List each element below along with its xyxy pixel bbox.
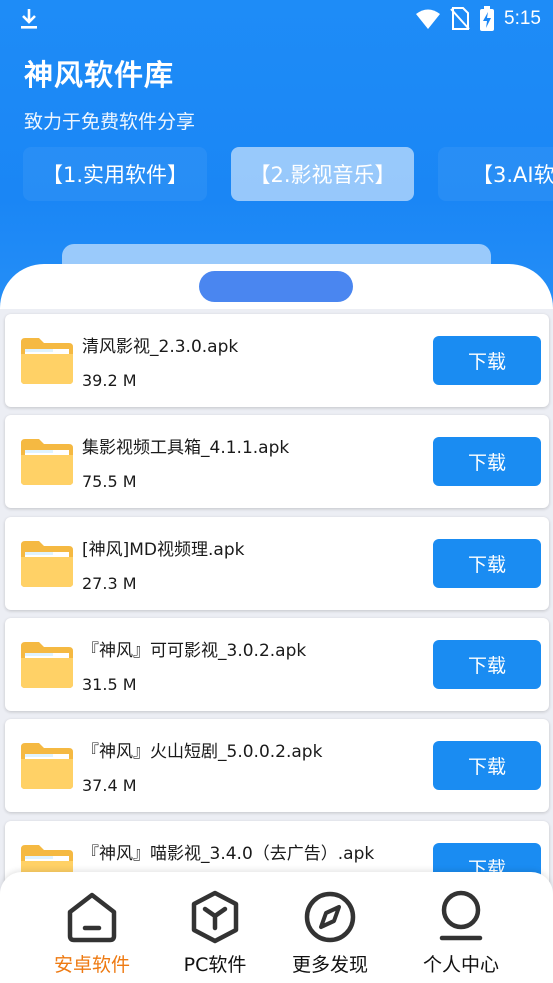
file-size: 75.5 M (82, 472, 137, 491)
file-name: 集影视频工具箱_4.1.1.apk (82, 438, 290, 458)
download-icon (21, 9, 37, 29)
folder-icon (21, 338, 73, 384)
download-button[interactable]: 下载 (433, 437, 541, 486)
file-size: 31.5 M (82, 675, 137, 694)
nav-personal-center[interactable]: 个人中心 (406, 890, 516, 980)
list-item: 『神风』可可影视_3.0.2.apk 31.5 M 下载 (5, 618, 549, 711)
status-bar: 5:15 (0, 0, 553, 40)
category-tabs: 【1.实用软件】 【2.影视音乐】 【3.AI软件 (23, 147, 553, 201)
file-size: 27.3 M (82, 574, 137, 593)
nav-pc-software[interactable]: PC软件 (160, 890, 270, 980)
nav-label: PC软件 (183, 954, 247, 976)
nav-discover[interactable]: 更多发现 (275, 890, 385, 980)
download-button[interactable]: 下载 (433, 336, 541, 385)
download-button[interactable]: 下载 (433, 741, 541, 790)
list-item: [神风]MD视频理.apk 27.3 M 下载 (5, 517, 549, 610)
cube-icon (191, 890, 239, 944)
file-name: 清风影视_2.3.0.apk (82, 337, 239, 357)
file-size: 39.2 M (82, 371, 137, 390)
tab-video-music[interactable]: 【2.影视音乐】 (231, 147, 414, 201)
app-title: 神风软件库 (24, 58, 175, 92)
folder-icon (21, 642, 73, 688)
bottom-nav: 安卓软件 PC软件 更多发现 个人中心 (0, 872, 553, 983)
compass-icon (304, 891, 356, 943)
file-name: [神风]MD视频理.apk (82, 540, 245, 560)
download-button[interactable]: 下载 (433, 539, 541, 588)
folder-icon (21, 743, 73, 789)
file-size: 37.4 M (82, 776, 137, 795)
folder-icon (21, 439, 73, 485)
list-item: 集影视频工具箱_4.1.1.apk 75.5 M 下载 (5, 415, 549, 508)
tab-practical-software[interactable]: 【1.实用软件】 (23, 147, 207, 201)
folder-icon (21, 541, 73, 587)
status-icons: 5:15 (415, 6, 541, 32)
battery-charging-icon (480, 6, 495, 31)
sheet-handle[interactable] (199, 271, 353, 302)
list-item: 『神风』火山短剧_5.0.0.2.apk 37.4 M 下载 (5, 719, 549, 812)
app-subtitle: 致力于免费软件分享 (24, 111, 196, 133)
home-icon (67, 892, 117, 943)
wifi-icon (416, 9, 441, 29)
nav-label: 个人中心 (422, 954, 499, 976)
file-name: 『神风』可可影视_3.0.2.apk (82, 641, 307, 661)
nav-label: 安卓软件 (53, 954, 130, 976)
download-button[interactable]: 下载 (433, 640, 541, 689)
status-time: 5:15 (504, 8, 541, 29)
nav-android-software[interactable]: 安卓软件 (37, 890, 147, 980)
no-sim-icon (450, 7, 470, 30)
tab-ai-software[interactable]: 【3.AI软件 (438, 147, 553, 201)
app-screen: 5:15 神风软件库 致力于免费软件分享 【1.实用软件】 【2.影视音乐】 【… (0, 0, 553, 983)
file-name: 『神风』喵影视_3.4.0（去广告）.apk (82, 844, 375, 864)
list-item: 清风影视_2.3.0.apk 39.2 M 下载 (5, 314, 549, 407)
person-icon (439, 890, 483, 941)
file-name: 『神风』火山短剧_5.0.0.2.apk (82, 742, 323, 762)
nav-label: 更多发现 (291, 954, 368, 976)
